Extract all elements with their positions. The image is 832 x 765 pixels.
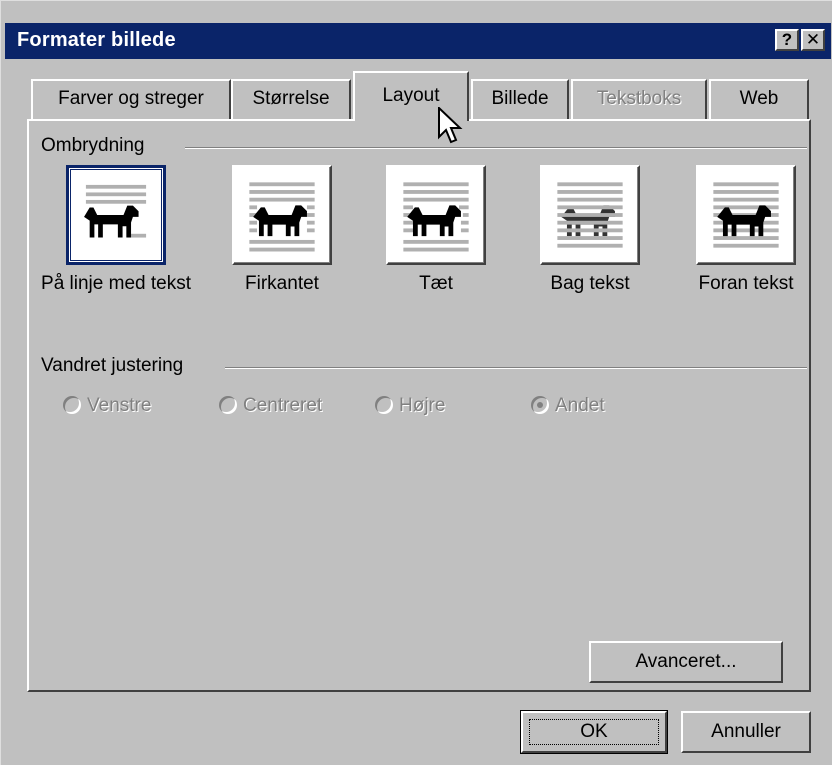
tab-label: Tekstboks [596,88,682,109]
wrap-option-label: Firkantet [245,273,319,294]
alignment-group-label: Vandret justering [41,355,194,377]
tab-text-box: Tekstboks [571,79,707,119]
tab-colors-and-lines[interactable]: Farver og streger [31,79,231,119]
radio-button-icon [531,396,549,414]
advanced-button-label: Avanceret... [635,651,737,672]
radio-label: Centreret [243,395,323,416]
tab-picture[interactable]: Billede [471,79,569,119]
radio-label: Højre [399,395,446,416]
tab-size[interactable]: Størrelse [231,79,351,119]
radio-other: Andet [531,395,605,417]
tab-label: Layout [382,85,440,106]
title-bar[interactable]: Formater billede ? ✕ [5,23,831,59]
wrap-option-square[interactable]: Firkantet [197,165,367,295]
radio-centered: Centreret [219,395,322,417]
in-front-of-text-button[interactable] [696,165,796,265]
advanced-button[interactable]: Avanceret... [589,641,783,683]
alignment-group-line [225,367,807,369]
square-wrap-icon [249,182,315,252]
format-picture-dialog: Formater billede ? ✕ Farver og streger S… [0,0,832,765]
wrap-option-in-front-of-text[interactable]: Foran tekst [661,165,831,295]
mouse-pointer-icon [438,107,463,144]
radio-button-icon [219,396,237,414]
radio-right: Højre [375,395,445,417]
radio-button-icon [63,396,81,414]
radio-label: Venstre [87,395,152,416]
dialog-title: Formater billede [17,29,176,51]
radio-button-icon [375,396,393,414]
ok-button[interactable]: OK [520,710,668,754]
tight-wrap-button[interactable] [386,165,486,265]
wrap-option-label: Bag tekst [550,273,630,294]
radio-left: Venstre [63,395,151,417]
square-wrap-button[interactable] [232,165,332,265]
tight-wrap-icon [403,182,469,252]
wrapping-group-label: Ombrydning [41,135,155,157]
tab-web[interactable]: Web [709,79,809,119]
help-button[interactable]: ? [775,29,799,51]
wrap-option-label: Foran tekst [698,273,794,294]
wrap-option-inline[interactable]: På linje med tekst [31,165,201,295]
tab-label: Web [739,88,779,109]
behind-text-button[interactable] [540,165,640,265]
tab-label: Farver og streger [58,88,204,109]
behind-text-icon [557,182,623,248]
tab-label: Billede [491,88,549,109]
cancel-button[interactable]: Annuller [681,711,811,753]
close-button[interactable]: ✕ [801,29,825,51]
radio-label: Andet [555,395,605,416]
tab-label: Størrelse [252,88,330,109]
wrapping-group-line [185,147,807,149]
inline-with-text-button[interactable] [66,165,166,265]
cancel-button-label: Annuller [711,721,781,742]
in-front-of-text-icon [713,182,779,248]
ok-button-label: OK [580,721,608,742]
wrap-option-label: Tæt [419,273,453,294]
wrap-option-behind-text[interactable]: Bag tekst [505,165,675,295]
wrap-option-tight[interactable]: Tæt [351,165,521,295]
layout-tab-panel: Ombrydning På linje med tekst Firkantet … [27,119,811,692]
inline-with-text-icon [84,184,147,238]
wrap-option-label: På linje med tekst [41,273,191,294]
